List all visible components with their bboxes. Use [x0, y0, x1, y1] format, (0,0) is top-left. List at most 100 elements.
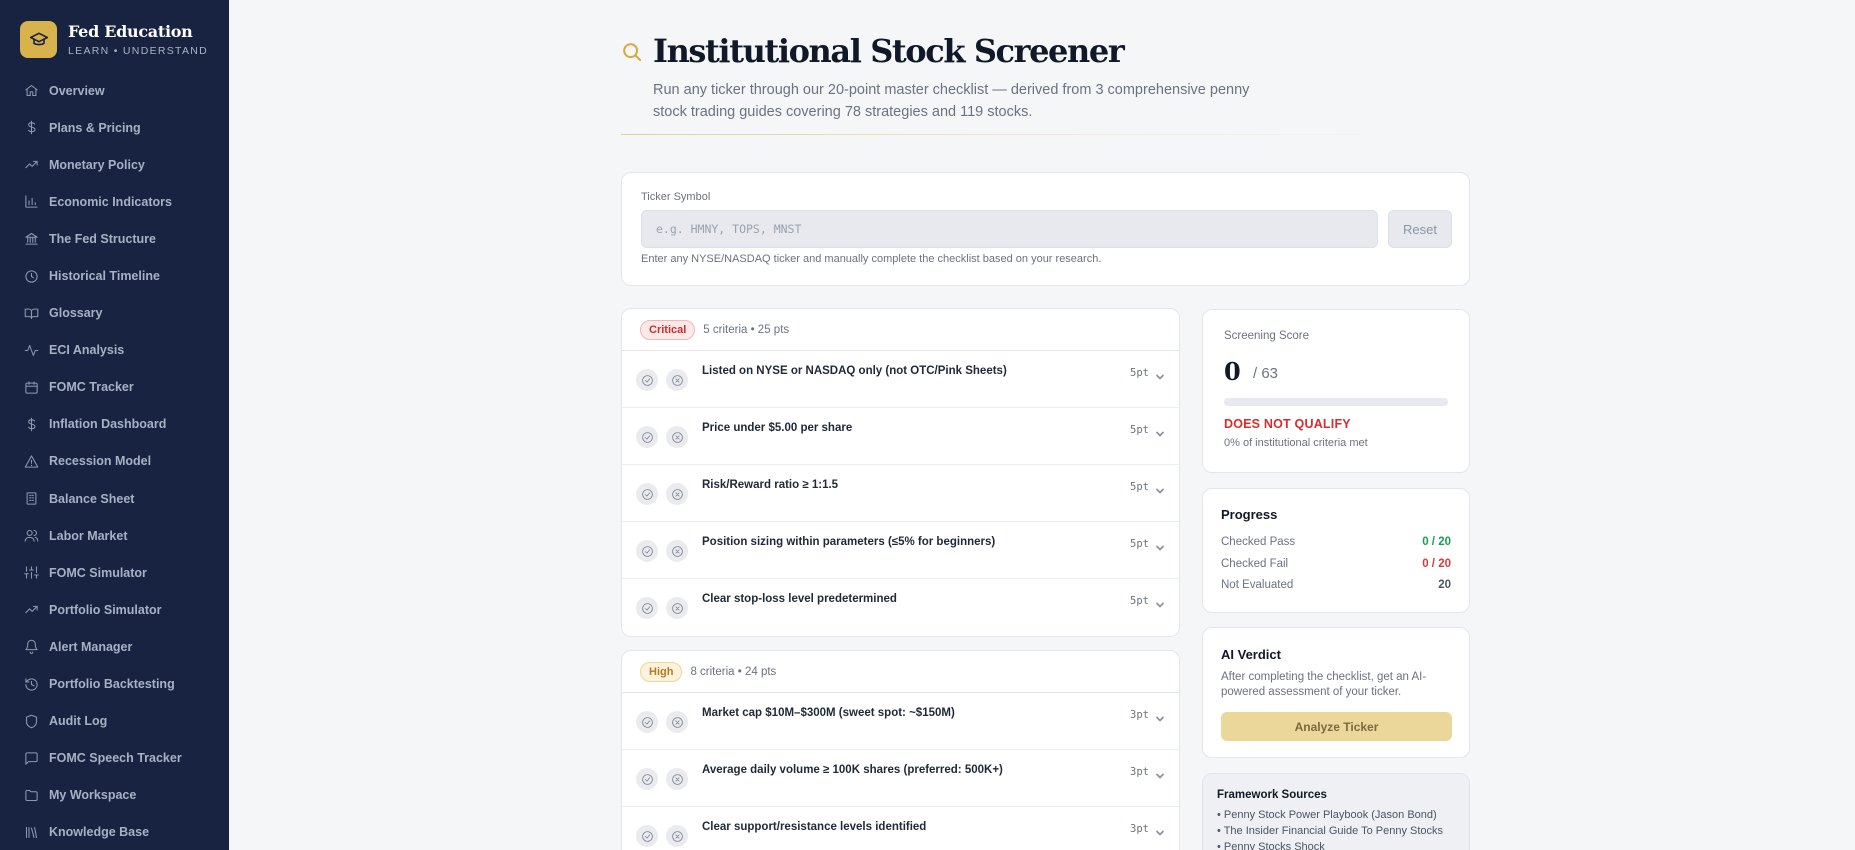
ticker-input[interactable] [641, 210, 1378, 248]
check-circle-icon[interactable] [636, 369, 658, 391]
ticker-card: Ticker Symbol Reset Enter any NYSE/NASDA… [621, 172, 1470, 286]
chevron-down-icon[interactable] [1155, 540, 1165, 551]
sidebar-item-portfolio-backtesting[interactable]: Portfolio Backtesting [0, 666, 229, 703]
x-circle-icon[interactable] [666, 369, 688, 391]
sidebar-item-glossary[interactable]: Glossary [0, 295, 229, 332]
home-icon [23, 83, 39, 99]
score-max: / 63 [1253, 365, 1279, 382]
sources-title: Framework Sources [1217, 789, 1327, 801]
sources-list: • Penny Stock Power Playbook (Jason Bond… [1217, 807, 1443, 850]
chevron-down-icon[interactable] [1155, 369, 1165, 380]
x-circle-icon[interactable] [666, 768, 688, 790]
sidebar-item-overview[interactable]: Overview [0, 72, 229, 109]
criteria-points: 5pt [1130, 595, 1149, 607]
sidebar-item-fomc-speech-tracker[interactable]: FOMC Speech Tracker [0, 740, 229, 777]
sidebar-item-label: Glossary [49, 306, 103, 321]
sidebar-item-label: The Fed Structure [49, 231, 156, 246]
check-circle-icon[interactable] [636, 711, 658, 733]
check-circle-icon[interactable] [636, 597, 658, 619]
source-item: • Penny Stock Power Playbook (Jason Bond… [1217, 809, 1437, 821]
criteria-section-header[interactable]: Critical 5 criteria • 25 pts [622, 309, 1179, 351]
criteria-text: Listed on NYSE or NASDAQ only (not OTC/P… [702, 365, 1007, 377]
chevron-down-icon[interactable] [1155, 768, 1165, 779]
sidebar-item-label: Labor Market [49, 528, 128, 543]
x-circle-icon[interactable] [666, 711, 688, 733]
chevron-down-icon[interactable] [1155, 483, 1165, 494]
trending-up-icon [23, 157, 39, 173]
sidebar-item-labor-market[interactable]: Labor Market [0, 517, 229, 554]
check-circle-icon[interactable] [636, 768, 658, 790]
score-value: 0 [1224, 357, 1241, 386]
x-circle-icon[interactable] [666, 426, 688, 448]
check-circle-icon[interactable] [636, 483, 658, 505]
trending-up-icon [23, 602, 39, 618]
sidebar: Fed Education LEARN • UNDERSTAND Overvie… [0, 0, 229, 850]
building-icon [23, 491, 39, 507]
sidebar-item-portfolio-simulator[interactable]: Portfolio Simulator [0, 591, 229, 628]
bell-icon [23, 639, 39, 655]
priority-badge: High [640, 661, 683, 682]
chevron-down-icon[interactable] [1155, 426, 1165, 437]
sidebar-item-audit-log[interactable]: Audit Log [0, 703, 229, 740]
sidebar-item-monetary-policy[interactable]: Monetary Policy [0, 146, 229, 183]
x-circle-icon[interactable] [666, 597, 688, 619]
x-circle-icon[interactable] [666, 825, 688, 847]
criteria-section-header[interactable]: High 8 criteria • 24 pts [622, 651, 1179, 693]
progress-row-fail: Checked Fail 0 / 20 [1221, 558, 1451, 570]
criteria-points: 5pt [1130, 367, 1149, 379]
check-circle-icon[interactable] [636, 825, 658, 847]
search-icon [623, 43, 642, 62]
criteria-points: 5pt [1130, 481, 1149, 493]
sidebar-item-label: FOMC Tracker [49, 380, 134, 395]
sidebar-item-the-fed-structure[interactable]: The Fed Structure [0, 220, 229, 257]
x-circle-icon[interactable] [666, 540, 688, 562]
activity-icon [23, 342, 39, 358]
analyze-ticker-button[interactable]: Analyze Ticker [1221, 712, 1452, 741]
sidebar-item-economic-indicators[interactable]: Economic Indicators [0, 183, 229, 220]
criteria-count: 8 criteria • 24 pts [690, 665, 777, 678]
alert-triangle-icon [23, 453, 39, 469]
sidebar-item-label: Knowledge Base [49, 825, 150, 840]
check-circle-icon[interactable] [636, 540, 658, 562]
criteria-text: Market cap $10M–$300M (sweet spot: ~$150… [702, 707, 955, 719]
sidebar-item-my-workspace[interactable]: My Workspace [0, 777, 229, 814]
sidebar-item-historical-timeline[interactable]: Historical Timeline [0, 257, 229, 294]
brand[interactable]: Fed Education LEARN • UNDERSTAND [20, 21, 208, 58]
sidebar-item-plans-pricing[interactable]: Plans & Pricing [0, 109, 229, 146]
score-label: Screening Score [1224, 330, 1310, 342]
sidebar-item-balance-sheet[interactable]: Balance Sheet [0, 480, 229, 517]
bank-icon [23, 231, 39, 247]
sidebar-item-label: Portfolio Backtesting [49, 677, 175, 692]
progress-row-value: 20 [1438, 579, 1451, 591]
check-circle-icon[interactable] [636, 426, 658, 448]
chevron-down-icon[interactable] [1155, 825, 1165, 836]
criteria-text: Clear stop-loss level predetermined [702, 593, 897, 605]
sidebar-item-fomc-tracker[interactable]: FOMC Tracker [0, 369, 229, 406]
users-icon [23, 528, 39, 544]
criteria-text: Clear support/resistance levels identifi… [702, 821, 927, 833]
library-icon [23, 824, 39, 840]
sidebar-nav: Overview Plans & Pricing Monetary Policy Ec… [0, 72, 229, 850]
sidebar-item-fomc-simulator[interactable]: FOMC Simulator [0, 554, 229, 591]
chevron-down-icon[interactable] [1155, 597, 1165, 608]
sidebar-item-label: Portfolio Simulator [49, 602, 162, 617]
criteria-text: Average daily volume ≥ 100K shares (pref… [702, 764, 1003, 776]
score-card: Screening Score 0 / 63 DOES NOT QUALIFY … [1202, 309, 1470, 473]
reset-button[interactable]: Reset [1388, 210, 1452, 248]
sidebar-item-inflation-dashboard[interactable]: Inflation Dashboard [0, 406, 229, 443]
sidebar-item-knowledge-base[interactable]: Knowledge Base [0, 814, 229, 850]
x-circle-icon[interactable] [666, 483, 688, 505]
folder-icon [23, 787, 39, 803]
criteria-row: Average daily volume ≥ 100K shares (pref… [622, 750, 1179, 807]
brand-title: Fed Education [68, 22, 193, 41]
criteria-row: Price under $5.00 per share 5pt [622, 408, 1179, 465]
ai-verdict-title: AI Verdict [1221, 647, 1281, 662]
sidebar-item-label: Historical Timeline [49, 269, 160, 284]
ticker-help-text: Enter any NYSE/NASDAQ ticker and manuall… [641, 253, 1102, 265]
sidebar-item-recession-model[interactable]: Recession Model [0, 443, 229, 480]
criteria-row: Listed on NYSE or NASDAQ only (not OTC/P… [622, 351, 1179, 408]
sidebar-item-alert-manager[interactable]: Alert Manager [0, 628, 229, 665]
sidebar-item-eci-analysis[interactable]: ECI Analysis [0, 332, 229, 369]
chevron-down-icon[interactable] [1155, 711, 1165, 722]
progress-row-value: 0 / 20 [1422, 558, 1451, 570]
